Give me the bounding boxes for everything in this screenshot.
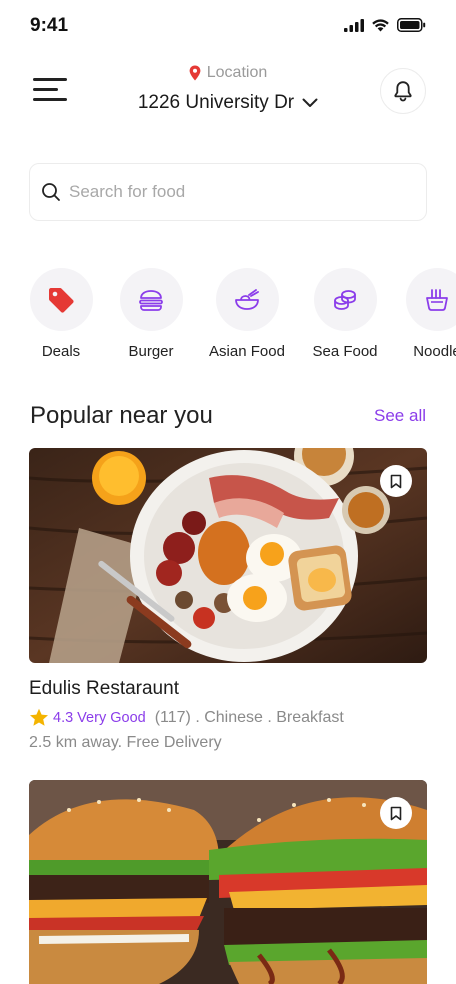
bookmark-icon bbox=[390, 806, 402, 820]
bowl-icon bbox=[235, 288, 259, 310]
chevron-down-icon bbox=[302, 98, 318, 107]
category-row: Deals Burger Asian Food Sea Food Noodl bbox=[0, 268, 456, 368]
restaurant-rating: 4.3 Very Good bbox=[53, 709, 146, 726]
tag-icon bbox=[49, 287, 74, 313]
bookmark-button[interactable] bbox=[380, 465, 412, 497]
category-sea-food[interactable]: Sea Food bbox=[295, 268, 395, 360]
see-all-link[interactable]: See all bbox=[374, 406, 426, 426]
status-bar: 9:41 bbox=[0, 0, 456, 52]
restaurant-delivery: 2.5 km away. Free Delivery bbox=[29, 734, 222, 751]
status-time: 9:41 bbox=[30, 15, 69, 36]
search-icon bbox=[42, 183, 60, 201]
restaurant-card[interactable] bbox=[29, 780, 427, 984]
restaurant-image bbox=[29, 448, 427, 663]
burger-icon bbox=[139, 289, 163, 311]
status-icons bbox=[344, 18, 426, 32]
wifi-icon bbox=[372, 19, 389, 32]
bell-icon bbox=[394, 81, 412, 102]
battery-icon bbox=[397, 18, 426, 32]
restaurant-card[interactable]: Edulis Restaraunt 4.3 Very Good (117) . … bbox=[29, 448, 427, 752]
category-icon-circle bbox=[405, 268, 456, 331]
noodle-icon bbox=[426, 288, 448, 311]
location-label-row: Location bbox=[189, 64, 268, 82]
category-label: Noodle bbox=[413, 343, 456, 360]
restaurant-name: Edulis Restaraunt bbox=[29, 678, 179, 699]
restaurant-meta: 4.3 Very Good (117) . Chinese . Breakfas… bbox=[29, 708, 427, 727]
category-icon-circle bbox=[313, 268, 377, 331]
bookmark-icon bbox=[390, 474, 402, 488]
category-label: Deals bbox=[41, 343, 81, 360]
address-text: 1226 University Dr bbox=[137, 92, 295, 113]
category-deals[interactable]: Deals bbox=[11, 268, 111, 360]
seafood-icon bbox=[334, 289, 356, 310]
header: Location 1226 University Dr bbox=[0, 60, 456, 120]
burgers-photo bbox=[29, 780, 427, 984]
category-label: Sea Food bbox=[312, 343, 378, 360]
category-label: Asian Food bbox=[209, 343, 285, 360]
category-burger[interactable]: Burger bbox=[101, 268, 201, 360]
popular-section-header: Popular near you See all bbox=[30, 400, 426, 434]
breakfast-plate-photo bbox=[29, 448, 427, 663]
restaurant-image bbox=[29, 780, 427, 984]
location-label: Location bbox=[206, 64, 268, 81]
bookmark-button[interactable] bbox=[380, 797, 412, 829]
star-icon bbox=[30, 708, 48, 726]
category-icon-circle bbox=[119, 268, 183, 331]
section-title: Popular near you bbox=[30, 402, 213, 429]
category-noodle[interactable]: Noodle bbox=[387, 268, 456, 360]
search-input[interactable] bbox=[69, 182, 389, 202]
address-selector[interactable]: 1226 University Dr bbox=[138, 92, 318, 114]
cellular-signal-icon bbox=[344, 18, 364, 32]
category-icon-circle bbox=[29, 268, 93, 331]
notification-button[interactable] bbox=[380, 68, 426, 114]
category-label: Burger bbox=[128, 343, 174, 360]
restaurant-details: (117) . Chinese . Breakfast bbox=[154, 708, 344, 726]
search-bar bbox=[29, 163, 427, 221]
location-pin-icon bbox=[189, 65, 201, 81]
category-icon-circle bbox=[215, 268, 279, 331]
category-asian-food[interactable]: Asian Food bbox=[197, 268, 297, 360]
